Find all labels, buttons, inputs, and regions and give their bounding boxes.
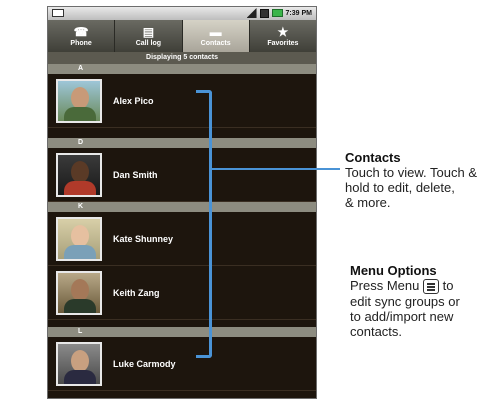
star-icon: ★ [277, 24, 289, 39]
menu-options-callout-line: edit sync groups or [350, 294, 460, 310]
menu-options-callout-line: to add/import new [350, 309, 454, 325]
avatar [56, 342, 102, 386]
contact-name: Alex Pico [113, 96, 154, 106]
contacts-folder-icon: ▬ [209, 24, 222, 39]
menu-options-callout: Menu Options Press Menu to edit sync gro… [350, 263, 495, 339]
signal-icon [246, 8, 257, 18]
callout-leader-line [212, 168, 340, 170]
notification-icon [52, 9, 64, 17]
phone-screen: 7:39 PM ☎ Phone ▤ Call log ▬ Contacts ★ … [47, 6, 317, 399]
phone-icon: ☎ [73, 24, 89, 39]
contact-row-luke-carmody[interactable]: Luke Carmody [48, 337, 316, 391]
menu-key-icon [423, 279, 439, 295]
contact-row-alex-pico[interactable]: Alex Pico [48, 74, 316, 128]
tab-phone[interactable]: ☎ Phone [48, 20, 116, 52]
section-divider-k: K [48, 202, 316, 212]
status-bar: 7:39 PM [48, 7, 316, 20]
call-log-icon: ▤ [142, 24, 155, 39]
menu-options-callout-title: Menu Options [350, 263, 437, 278]
contacts-callout-line: & more. [345, 195, 391, 210]
contact-name: Keith Zang [113, 288, 160, 298]
tab-label: Call log [135, 39, 162, 47]
tab-label: Contacts [200, 39, 231, 47]
contacts-callout: Contacts Touch to view. Touch & hold to … [345, 150, 500, 210]
menu-options-callout-line: contacts. [350, 324, 403, 340]
contact-name: Dan Smith [113, 170, 158, 180]
tab-bar: ☎ Phone ▤ Call log ▬ Contacts ★ Favorite… [48, 20, 316, 52]
data-icon [259, 8, 269, 18]
tab-contacts[interactable]: ▬ Contacts [182, 20, 250, 52]
avatar [56, 217, 102, 261]
menu-options-suffix: to [442, 278, 454, 293]
contacts-callout-line: hold to edit, delete, [345, 180, 455, 195]
section-divider-d: D [48, 138, 316, 148]
section-divider-l: L [48, 327, 316, 337]
contact-name: Luke Carmody [113, 359, 176, 369]
battery-icon [271, 9, 283, 17]
contacts-count-header: Displaying 5 contacts [48, 52, 316, 64]
avatar [56, 153, 102, 197]
contacts-bracket [196, 90, 212, 358]
tab-call-log[interactable]: ▤ Call log [115, 20, 183, 52]
contact-row-kate-shunney[interactable]: Kate Shunney [48, 212, 316, 266]
tab-label: Phone [70, 39, 92, 47]
avatar [56, 79, 102, 123]
menu-options-callout-line: Press Menu to [350, 278, 495, 295]
contact-row-keith-zang[interactable]: Keith Zang [48, 266, 316, 320]
tab-favorites[interactable]: ★ Favorites [250, 20, 316, 52]
contacts-callout-line: Touch to view. Touch & [345, 165, 478, 180]
status-icons: 7:39 PM [246, 8, 312, 18]
tab-label: Favorites [267, 39, 299, 47]
section-divider-a: A [48, 64, 316, 74]
menu-options-prefix: Press Menu [350, 278, 420, 293]
status-time: 7:39 PM [285, 9, 312, 17]
avatar [56, 271, 102, 315]
contact-name: Kate Shunney [113, 234, 174, 244]
contact-row-dan-smith[interactable]: Dan Smith [48, 148, 316, 202]
contacts-callout-title: Contacts [345, 150, 401, 165]
